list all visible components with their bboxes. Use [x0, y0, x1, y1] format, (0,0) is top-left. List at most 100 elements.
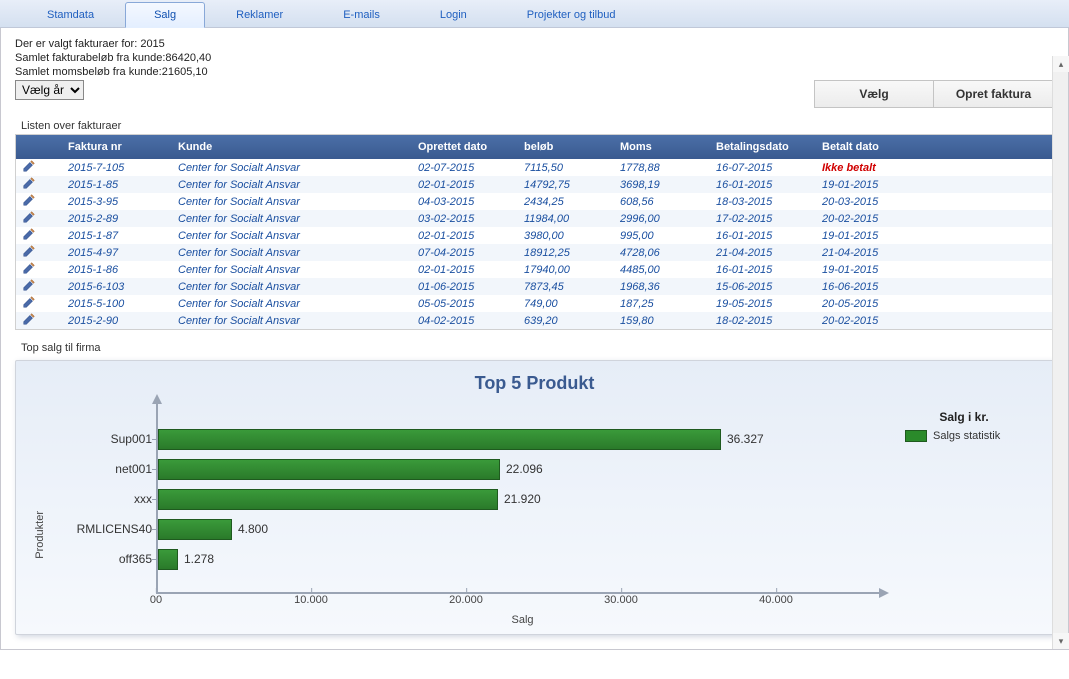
total-vat-text: Samlet momsbeløb fra kunde:21605,10: [15, 66, 1054, 78]
col-belob[interactable]: beløb: [518, 138, 614, 156]
edit-icon[interactable]: [22, 244, 36, 258]
cell-kunde: Center for Socialt Ansvar: [172, 261, 412, 279]
chart-bar: [158, 549, 178, 570]
tab-reklamer[interactable]: Reklamer: [207, 2, 312, 27]
table-row[interactable]: 2015-3-95Center for Socialt Ansvar04-03-…: [16, 193, 1053, 210]
cell-kunde: Center for Socialt Ansvar: [172, 176, 412, 194]
legend-title: Salg i kr.: [889, 410, 1039, 424]
chart-value-label: 22.096: [506, 462, 543, 476]
tab-stamdata[interactable]: Stamdata: [18, 2, 123, 27]
cell-faktura-nr: 2015-7-105: [62, 159, 172, 177]
cell-kunde: Center for Socialt Ansvar: [172, 278, 412, 296]
chart-value-label: 36.327: [727, 432, 764, 446]
cell-moms: 995,00: [614, 227, 710, 245]
col-kunde[interactable]: Kunde: [172, 138, 412, 156]
edit-icon[interactable]: [22, 176, 36, 190]
table-row[interactable]: 2015-1-87Center for Socialt Ansvar02-01-…: [16, 227, 1053, 244]
cell-faktura-nr: 2015-3-95: [62, 193, 172, 211]
cell-betalingsdato: 17-02-2015: [710, 210, 816, 228]
edit-icon[interactable]: [22, 261, 36, 275]
x-tick-label: 30.000: [604, 594, 638, 606]
cell-moms: 1968,36: [614, 278, 710, 296]
cell-oprettet: 07-04-2015: [412, 244, 518, 262]
choose-button[interactable]: Vælg: [814, 80, 934, 108]
chart-value-label: 1.278: [184, 552, 214, 566]
cell-belob: 2434,25: [518, 193, 614, 211]
cell-faktura-nr: 2015-2-89: [62, 210, 172, 228]
table-row[interactable]: 2015-4-97Center for Socialt Ansvar07-04-…: [16, 244, 1053, 261]
edit-icon[interactable]: [22, 312, 36, 326]
cell-betalt-dato: 16-06-2015: [816, 278, 926, 296]
cell-kunde: Center for Socialt Ansvar: [172, 295, 412, 313]
edit-icon[interactable]: [22, 227, 36, 241]
cell-belob: 639,20: [518, 312, 614, 330]
table-row[interactable]: 2015-6-103Center for Socialt Ansvar01-06…: [16, 278, 1053, 295]
cell-kunde: Center for Socialt Ansvar: [172, 193, 412, 211]
table-row[interactable]: 2015-5-100Center for Socialt Ansvar05-05…: [16, 295, 1053, 312]
cell-belob: 11984,00: [518, 210, 614, 228]
chart-category-label: off365: [54, 552, 158, 566]
cell-faktura-nr: 2015-1-87: [62, 227, 172, 245]
chart-bar: [158, 489, 498, 510]
cell-faktura-nr: 2015-2-90: [62, 312, 172, 330]
tab-salg[interactable]: Salg: [125, 2, 205, 28]
chart-bar-row: off3651.278: [158, 548, 214, 570]
chart-plot-area: Sup00136.327net00122.096xxx21.920RMLICEN…: [156, 404, 879, 594]
total-invoice-text: Samlet fakturabeløb fra kunde:86420,40: [15, 52, 1054, 64]
tab-login[interactable]: Login: [411, 2, 496, 27]
cell-oprettet: 02-01-2015: [412, 227, 518, 245]
chart-bar-row: xxx21.920: [158, 488, 541, 510]
vertical-scrollbar[interactable]: ▴ ▾: [1052, 56, 1068, 649]
x-tick-label: 10.000: [294, 594, 328, 606]
edit-icon[interactable]: [22, 210, 36, 224]
new-invoice-button[interactable]: Opret faktura: [934, 80, 1054, 108]
top-sales-label: Top salg til firma: [21, 342, 1054, 354]
year-select[interactable]: Vælg år: [15, 80, 84, 100]
col-betalingsdato[interactable]: Betalingsdato: [710, 138, 816, 156]
col-moms[interactable]: Moms: [614, 138, 710, 156]
cell-betalt-dato: 19-01-2015: [816, 176, 926, 194]
chart-legend: Salg i kr. Salgs statistik: [889, 410, 1039, 626]
cell-moms: 1778,88: [614, 159, 710, 177]
table-row[interactable]: 2015-2-90Center for Socialt Ansvar04-02-…: [16, 312, 1053, 329]
col-oprettet[interactable]: Oprettet dato: [412, 138, 518, 156]
chart-category-label: net001: [54, 462, 158, 476]
col-faktura-nr[interactable]: Faktura nr: [62, 138, 172, 156]
table-row[interactable]: 2015-2-89Center for Socialt Ansvar03-02-…: [16, 210, 1053, 227]
tab-content: Der er valgt fakturaer for: 2015 Samlet …: [1, 28, 1068, 649]
legend-swatch-icon: [905, 430, 927, 442]
cell-oprettet: 04-03-2015: [412, 193, 518, 211]
y-axis-arrow-icon: [152, 394, 162, 404]
edit-icon[interactable]: [22, 278, 36, 292]
table-row[interactable]: 2015-1-85Center for Socialt Ansvar02-01-…: [16, 176, 1053, 193]
cell-belob: 7115,50: [518, 159, 614, 177]
col-betalt-dato[interactable]: Betalt dato: [816, 138, 926, 156]
cell-belob: 18912,25: [518, 244, 614, 262]
cell-betalt-dato: 20-05-2015: [816, 295, 926, 313]
tab-emails[interactable]: E-mails: [314, 2, 409, 27]
chart-bar-row: net00122.096: [158, 458, 543, 480]
cell-betalt-dato: Ikke betalt: [816, 159, 926, 177]
scroll-down-icon[interactable]: ▾: [1053, 633, 1069, 649]
tab-projekter[interactable]: Projekter og tilbud: [498, 2, 645, 27]
x-tick-label: 00: [150, 594, 162, 606]
cell-betalt-dato: 20-02-2015: [816, 312, 926, 330]
grid-header: Faktura nr Kunde Oprettet dato beløb Mom…: [16, 135, 1053, 159]
edit-icon[interactable]: [22, 193, 36, 207]
table-row[interactable]: 2015-1-86Center for Socialt Ansvar02-01-…: [16, 261, 1053, 278]
chart-x-label: Salg: [156, 614, 889, 626]
chart-y-label: Produkter: [30, 471, 46, 559]
table-row[interactable]: 2015-7-105Center for Socialt Ansvar02-07…: [16, 159, 1053, 176]
invoice-grid: Faktura nr Kunde Oprettet dato beløb Mom…: [15, 134, 1054, 330]
cell-oprettet: 01-06-2015: [412, 278, 518, 296]
chart-category-label: Sup001: [54, 432, 158, 446]
edit-icon[interactable]: [22, 159, 36, 173]
cell-faktura-nr: 2015-5-100: [62, 295, 172, 313]
cell-kunde: Center for Socialt Ansvar: [172, 312, 412, 330]
chart-title: Top 5 Produkt: [30, 373, 1039, 394]
chart-bar-row: Sup00136.327: [158, 428, 764, 450]
edit-icon[interactable]: [22, 295, 36, 309]
cell-belob: 7873,45: [518, 278, 614, 296]
cell-oprettet: 04-02-2015: [412, 312, 518, 330]
scroll-up-icon[interactable]: ▴: [1053, 56, 1069, 72]
